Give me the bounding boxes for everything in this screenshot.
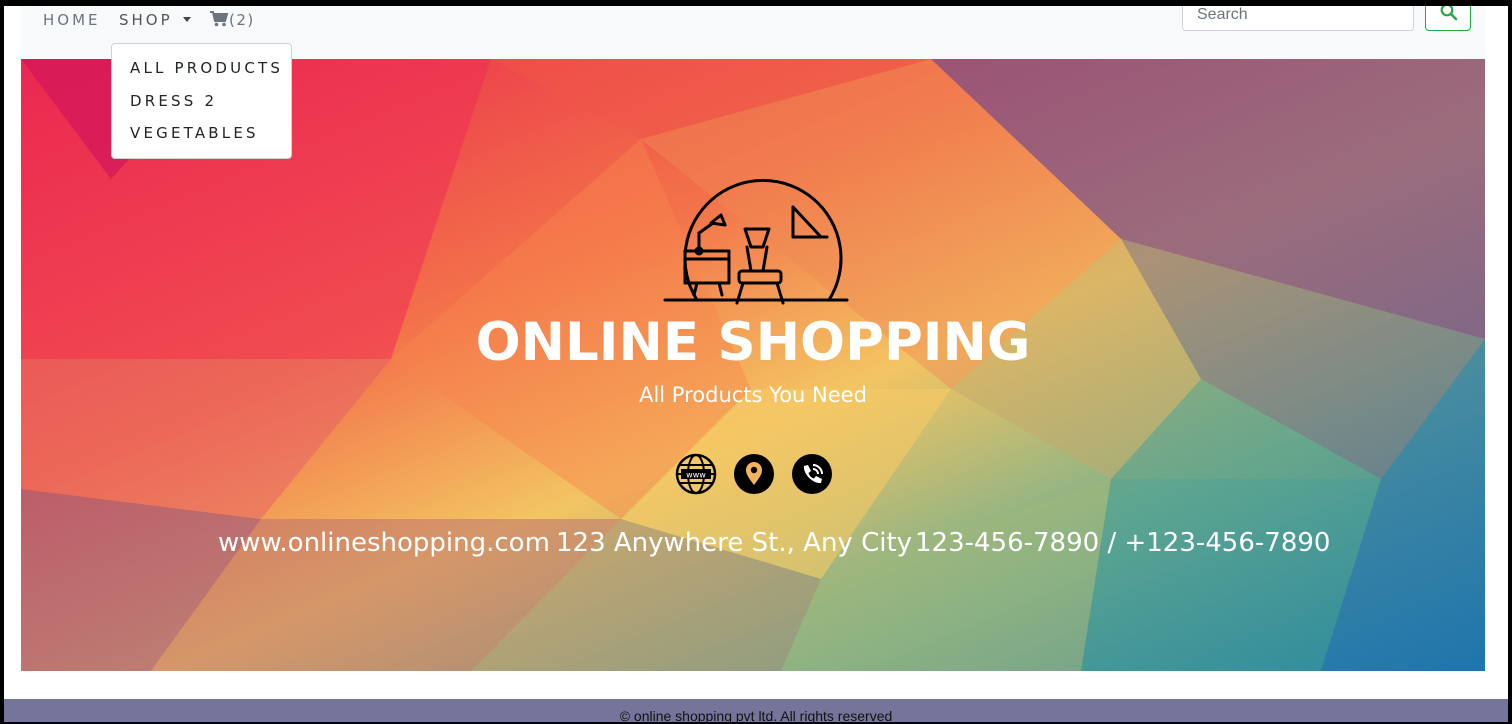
footer: © online shopping pvt ltd. All rights re… xyxy=(4,699,1508,722)
address-text: 123 Anywhere St., Any City xyxy=(556,528,913,558)
search-input[interactable] xyxy=(1182,6,1414,31)
nav-shop-label: SHOP xyxy=(119,11,173,29)
website-text: www.onlineshopping.com xyxy=(218,528,550,558)
dropdown-item-all-products[interactable]: ALL PRODUCTS xyxy=(130,59,283,77)
shop-dropdown-menu: ALL PRODUCTS DRESS 2 VEGETABLES xyxy=(111,43,292,159)
cart-count: (2) xyxy=(229,11,255,29)
globe-www-icon: www xyxy=(675,453,717,495)
location-pin-icon xyxy=(733,453,775,495)
phone-icon xyxy=(791,453,833,495)
search-icon xyxy=(1440,6,1458,21)
shop-logo-icon xyxy=(663,178,849,305)
caret-down-icon xyxy=(182,17,191,22)
dropdown-item-dress-2[interactable]: DRESS 2 xyxy=(130,92,217,110)
hero-subtitle: All Products You Need xyxy=(639,383,867,407)
search-button[interactable] xyxy=(1425,6,1471,31)
footer-copyright-text: © online shopping pvt ltd. All rights re… xyxy=(619,708,893,722)
dropdown-item-vegetables[interactable]: VEGETABLES xyxy=(130,124,259,142)
shopping-cart-icon xyxy=(210,11,229,27)
nav-home-link[interactable]: HOME xyxy=(43,11,101,29)
browser-viewport: HOME SHOP (2) Search ONLINE SHOPPING All… xyxy=(4,6,1508,722)
svg-text:www: www xyxy=(686,471,706,480)
phone-text: 123-456-7890 / +123-456-7890 xyxy=(915,528,1331,558)
hero-title: ONLINE SHOPPING xyxy=(475,312,1031,373)
nav-cart-link[interactable]: (2) xyxy=(210,11,255,29)
nav-shop-dropdown-toggle[interactable]: SHOP xyxy=(119,11,191,29)
